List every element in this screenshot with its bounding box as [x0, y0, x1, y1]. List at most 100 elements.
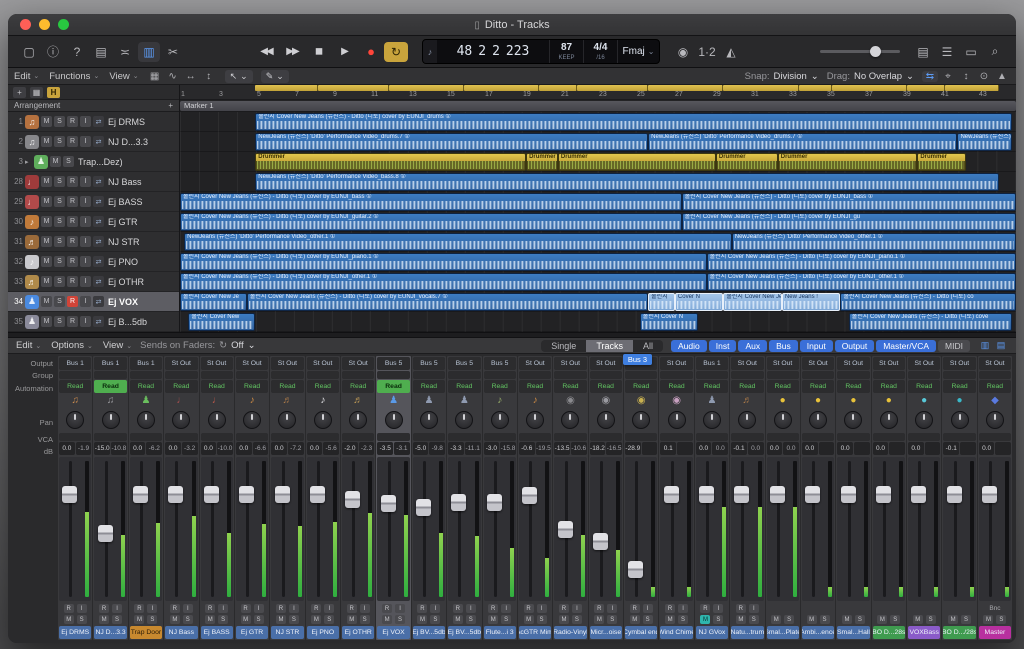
input-monitor-button[interactable]: I — [360, 604, 370, 613]
record-enable-button[interactable]: R — [559, 604, 569, 613]
vca-slot[interactable] — [307, 433, 339, 441]
channel-strip[interactable]: St Out Read ♬ -2.0 -2.3 R I — [341, 356, 375, 640]
region[interactable]: 홀린지 Cover N — [640, 313, 699, 331]
channel-strip[interactable]: St Out Read ● 0.0 0.0 R I — [766, 356, 800, 640]
track-header[interactable]: 35 ▸ ♟ M S R I ⇄ Ej B...5db — [8, 312, 179, 332]
mute-button[interactable]: M — [417, 615, 427, 624]
volume-value[interactable]: 0.0 — [236, 442, 252, 455]
record-enable-button[interactable]: R — [67, 236, 78, 247]
fader-cap[interactable] — [770, 486, 785, 503]
channel-name[interactable]: AcGTR Mimi — [519, 626, 551, 639]
solo-button[interactable]: S — [112, 615, 122, 624]
output-slot[interactable]: St Out — [908, 357, 940, 370]
record-enable-button[interactable]: R — [67, 296, 78, 307]
stop-button[interactable]: ◼ — [306, 42, 330, 62]
fader-cap[interactable] — [275, 486, 290, 503]
channel-filter-button[interactable]: Output — [835, 340, 875, 352]
volume-value[interactable]: -0.6 — [519, 442, 535, 455]
output-slot[interactable]: St Out — [554, 357, 586, 370]
region[interactable]: Drummer — [716, 153, 778, 171]
automation-mode-button[interactable]: Read — [873, 380, 905, 393]
record-enable-button[interactable]: R — [736, 604, 746, 613]
vca-slot[interactable] — [271, 433, 303, 441]
key-signature-display[interactable]: Fmaj⌄ — [617, 40, 659, 63]
peak-value[interactable]: -10.8 — [111, 442, 127, 455]
channel-name[interactable]: Ej BASS — [201, 626, 233, 639]
solo-button[interactable]: S — [324, 615, 334, 624]
list-icon[interactable]: ▤ — [90, 42, 112, 62]
mute-button[interactable]: M — [41, 216, 52, 227]
record-enable-button[interactable]: R — [134, 604, 144, 613]
output-slot[interactable]: Bus 1 — [94, 357, 126, 370]
volume-value[interactable]: 0.0 — [59, 442, 75, 455]
pan-knob[interactable] — [66, 411, 84, 429]
record-enable-button[interactable]: R — [417, 604, 427, 613]
channel-name[interactable]: VOXBass — [908, 626, 940, 639]
record-enable-button[interactable]: R — [665, 604, 675, 613]
peak-value[interactable]: 0.0 — [748, 442, 764, 455]
region[interactable]: Drummer — [778, 153, 918, 171]
window-icon[interactable]: ▤ — [994, 340, 1008, 351]
input-monitor-button[interactable]: I — [183, 604, 193, 613]
drag-menu[interactable]: Drag: No Overlap⌄ — [827, 71, 914, 82]
mute-button[interactable]: M — [382, 615, 392, 624]
record-enable-button[interactable]: R — [276, 604, 286, 613]
count-in-icon[interactable]: 1·2 — [696, 42, 718, 62]
group-slot[interactable] — [377, 371, 409, 379]
record-enable-button[interactable]: R — [630, 604, 640, 613]
channel-name[interactable]: NJ GVox — [696, 626, 728, 639]
track-name[interactable]: Ej DRMS — [108, 117, 179, 127]
pan-knob[interactable] — [809, 411, 827, 429]
region[interactable]: 홀린지 Cover New Jeans (뉴진스) - Ditto (디토) c… — [707, 273, 1016, 291]
pan-knob[interactable] — [986, 411, 1004, 429]
pan-knob[interactable] — [420, 411, 438, 429]
region[interactable]: 홀린지 Cover New Jeans (뉴진스) - Ditto (디토) c… — [682, 193, 1016, 211]
channel-strip[interactable]: St Out Read ♪ -0.6 -19.5 R I — [518, 356, 552, 640]
automation-mode-button[interactable]: Read — [165, 380, 197, 393]
volume-fader[interactable] — [342, 457, 374, 601]
vca-slot[interactable] — [130, 433, 162, 441]
fader-cap[interactable] — [947, 486, 962, 503]
volume-fader[interactable] — [94, 457, 126, 601]
group-slot[interactable] — [731, 371, 763, 379]
peak-value[interactable] — [819, 442, 835, 455]
volume-fader[interactable] — [448, 457, 480, 601]
output-slot[interactable]: Bus 1 — [696, 357, 728, 370]
track-header[interactable]: 1 ▸ ♫ M S R I ⇄ Ej DRMS — [8, 112, 179, 132]
group-slot[interactable] — [413, 371, 445, 379]
input-monitor-button[interactable]: I — [607, 604, 617, 613]
group-slot[interactable] — [59, 371, 91, 379]
automation-mode-button[interactable]: Read — [484, 380, 516, 393]
region[interactable]: 홀린지 Cover New Jeans (뉴진스) - Ditto (디토) c… — [840, 293, 1016, 311]
pan-knob[interactable] — [668, 411, 686, 429]
group-slot[interactable] — [307, 371, 339, 379]
mute-button[interactable]: M — [134, 615, 144, 624]
track-header[interactable]: 33 ▸ ♬ M S R I ⇄ Ej OTHR — [8, 272, 179, 292]
record-enable-button[interactable]: R — [67, 256, 78, 267]
forward-button[interactable]: ▶▶ — [280, 42, 304, 62]
channel-name[interactable]: Cymbal end — [625, 626, 657, 639]
pan-knob[interactable] — [385, 411, 403, 429]
pan-knob[interactable] — [632, 411, 650, 429]
solo-button[interactable]: S — [572, 615, 582, 624]
input-monitor-button[interactable]: I — [80, 116, 91, 127]
solo-button[interactable]: S — [643, 615, 653, 624]
vca-slot[interactable] — [767, 433, 799, 441]
peak-value[interactable] — [854, 442, 870, 455]
volume-fader[interactable] — [767, 457, 799, 601]
vca-slot[interactable] — [201, 433, 233, 441]
vca-slot[interactable] — [413, 433, 445, 441]
group-slot[interactable] — [696, 371, 728, 379]
track-header[interactable]: 31 ▸ ♬ M S R I ⇄ NJ STR — [8, 232, 179, 252]
mute-button[interactable]: M — [276, 615, 286, 624]
channel-strip[interactable]: St Out Read ● 0.0 R I — [872, 356, 906, 640]
input-monitor-button[interactable]: I — [678, 604, 688, 613]
output-slot[interactable]: St Out — [236, 357, 268, 370]
solo-button[interactable]: S — [890, 615, 900, 624]
channel-strip[interactable]: St Out Read ◆ 0.0 R I Bnc — [978, 356, 1012, 640]
output-slot[interactable]: Bus 1 — [130, 357, 162, 370]
input-monitor-button[interactable]: I — [430, 604, 440, 613]
track-header[interactable]: 34 ▸ ♟ M S R I ⇄ Ej VOX — [8, 292, 179, 312]
record-enable-button[interactable]: R — [67, 136, 78, 147]
channel-strip[interactable]: St Out Read ◉ -28.9 R I — [624, 356, 658, 640]
